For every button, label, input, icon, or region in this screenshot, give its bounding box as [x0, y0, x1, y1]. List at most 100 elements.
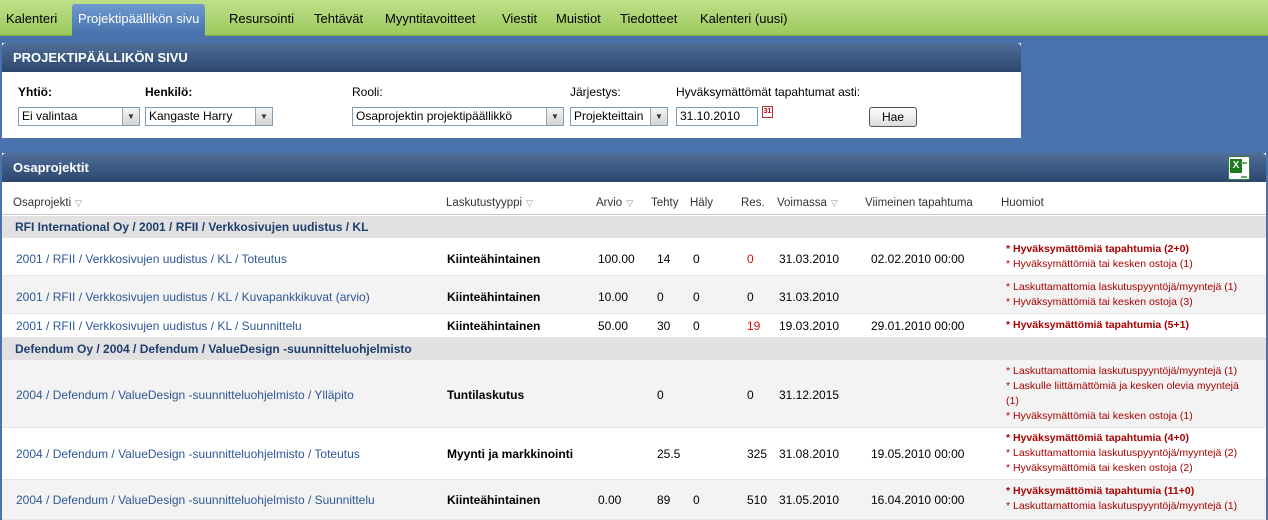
last-event: 16.04.2010 00:00: [871, 493, 965, 507]
note-item[interactable]: * Laskuttamattomia laskutuspyyntöjä/myyn…: [1006, 280, 1256, 295]
unapproved-date-input[interactable]: 31.10.2010: [676, 107, 758, 126]
tab-tehtavat[interactable]: Tehtävät: [308, 4, 369, 36]
column-header-last-event[interactable]: Viimeinen tapahtuma: [865, 197, 973, 209]
subproject-link[interactable]: 2001 / RFII / Verkkosivujen uudistus / K…: [16, 319, 302, 333]
role-select-value: Osaprojektin projektipäällikkö: [356, 109, 513, 123]
tab-tiedotteet[interactable]: Tiedotteet: [614, 4, 683, 36]
done-value: 25.5: [657, 447, 681, 461]
calendar-icon[interactable]: 31: [762, 106, 773, 118]
person-label: Henkilö:: [145, 85, 193, 99]
tab-viestit[interactable]: Viestit: [496, 4, 543, 36]
note-item[interactable]: * Hyväksymättömiä tai kesken ostoja (2): [1006, 461, 1256, 476]
group-row[interactable]: Defendum Oy / 2004 / Defendum / ValueDes…: [2, 338, 1266, 360]
note-item[interactable]: * Hyväksymättömiä tapahtumia (2+0): [1006, 242, 1256, 257]
note-item[interactable]: * Laskulle liittämättömiä ja kesken olev…: [1006, 379, 1251, 409]
note-item[interactable]: * Hyväksymättömiä tai kesken ostoja (1): [1006, 257, 1256, 272]
note-item[interactable]: * Hyväksymättömiä tai kesken ostoja (1): [1006, 409, 1251, 424]
res-value: 0: [747, 252, 754, 266]
billing-type: Kiinteähintainen: [447, 319, 541, 333]
role-label: Rooli:: [352, 85, 383, 99]
note-item[interactable]: * Laskuttamattomia laskutuspyyntöjä/myyn…: [1006, 364, 1251, 379]
done-value: 30: [657, 319, 671, 333]
column-header-subproject[interactable]: Osaprojekti ▽: [13, 197, 82, 209]
note-item[interactable]: * Laskuttamattomia laskutuspyyntöjä/myyn…: [1006, 446, 1256, 461]
group-row[interactable]: RFI International Oy / 2001 / RFII / Ver…: [2, 216, 1266, 238]
person-select-value: Kangaste Harry: [149, 109, 233, 123]
subprojects-panel-title: Osaprojektit: [2, 153, 1266, 182]
note-item[interactable]: * Hyväksymättömiä tapahtumia (4+0): [1006, 431, 1256, 446]
column-header-estimate[interactable]: Arvio ▽: [596, 197, 633, 209]
sort-icon: ▽: [626, 198, 634, 208]
filter-panel-title: PROJEKTIPÄÄLLIKÖN SIVU: [2, 43, 1021, 72]
valid-until: 31.12.2015: [779, 388, 840, 402]
subproject-link[interactable]: 2004 / Defendum / ValueDesign -suunnitte…: [16, 388, 354, 402]
tab-kalenteri[interactable]: Kalenteri: [0, 4, 63, 36]
column-header-notes: Huomiot: [1001, 197, 1044, 209]
valid-until: 31.03.2010: [779, 252, 840, 266]
haly-value: 0: [693, 290, 700, 304]
valid-until: 31.08.2010: [779, 447, 840, 461]
table-row: 2004 / Defendum / ValueDesign -suunnitte…: [2, 360, 1266, 428]
person-select[interactable]: Kangaste Harry ▼: [145, 107, 273, 126]
column-header-done[interactable]: Tehty: [651, 197, 679, 209]
unapproved-label: Hyväksymättömät tapahtumat asti:: [676, 85, 861, 99]
subprojects-panel: Osaprojektit Osaprojekti▽ Laskutustyyppi…: [2, 153, 1266, 520]
billing-type: Kiinteähintainen: [447, 290, 541, 304]
note-item[interactable]: * Hyväksymättömiä tapahtumia (5+1): [1006, 318, 1256, 333]
filter-panel: PROJEKTIPÄÄLLIKÖN SIVU Yhtiö: Ei valinta…: [2, 43, 1021, 138]
sort-icon: ▽: [830, 198, 838, 208]
order-select[interactable]: Projekteittain ▼: [570, 107, 668, 126]
subproject-link[interactable]: 2001 / RFII / Verkkosivujen uudistus / K…: [16, 252, 287, 266]
role-select[interactable]: Osaprojektin projektipäällikkö ▼: [352, 107, 564, 126]
note-item[interactable]: * Laskuttamattomia laskutuspyyntöjä/myyn…: [1006, 499, 1256, 514]
res-value: 0: [747, 290, 754, 304]
order-select-value: Projekteittain: [574, 109, 644, 123]
notes: * Laskuttamattomia laskutuspyyntöjä/myyn…: [1006, 280, 1256, 310]
note-item[interactable]: * Hyväksymättömiä tai kesken ostoja (3): [1006, 295, 1256, 310]
notes: * Hyväksymättömiä tapahtumia (2+0) * Hyv…: [1006, 242, 1256, 272]
column-header-haly[interactable]: Häly: [690, 197, 713, 209]
estimate-value: 50.00: [598, 319, 629, 333]
subproject-link[interactable]: 2004 / Defendum / ValueDesign -suunnitte…: [16, 493, 375, 507]
chevron-down-icon: ▼: [255, 108, 272, 125]
notes: * Hyväksymättömiä tapahtumia (4+0) * Las…: [1006, 431, 1256, 476]
tab-resursointi[interactable]: Resursointi: [223, 4, 300, 36]
res-value: 510: [747, 493, 768, 507]
table-row: 2004 / Defendum / ValueDesign -suunnitte…: [2, 480, 1266, 520]
table-header: Osaprojekti ▽ Laskutustyyppi ▽ Arvio ▽ Teht…: [2, 193, 1266, 215]
valid-until: 31.03.2010: [779, 290, 840, 304]
chevron-down-icon: ▼: [650, 108, 667, 125]
subproject-link[interactable]: 2001 / RFII / Verkkosivujen uudistus / K…: [16, 290, 370, 304]
table-row: 2004 / Defendum / ValueDesign -suunnitte…: [2, 428, 1266, 480]
subproject-link[interactable]: 2004 / Defendum / ValueDesign -suunnitte…: [16, 447, 360, 461]
tab-kalenteri-uusi[interactable]: Kalenteri (uusi): [694, 4, 793, 36]
valid-until: 19.03.2010: [779, 319, 840, 333]
order-label: Järjestys:: [570, 85, 621, 99]
notes: * Laskuttamattomia laskutuspyyntöjä/myyn…: [1006, 364, 1251, 424]
search-button[interactable]: Hae: [869, 107, 917, 127]
note-item[interactable]: * Hyväksymättömiä tapahtumia (11+0): [1006, 484, 1256, 499]
billing-type: Myynti ja markkinointi: [447, 447, 574, 461]
last-event: 02.02.2010 00:00: [871, 252, 965, 266]
excel-export-icon[interactable]: [1228, 156, 1250, 180]
res-value: 325: [747, 447, 768, 461]
done-value: 14: [657, 252, 671, 266]
table-row: 2001 / RFII / Verkkosivujen uudistus / K…: [2, 276, 1266, 314]
column-header-valid[interactable]: Voimassa ▽: [777, 197, 838, 209]
tab-muistiot[interactable]: Muistiot: [550, 4, 607, 36]
chevron-down-icon: ▼: [122, 108, 139, 125]
notes: * Hyväksymättömiä tapahtumia (5+1): [1006, 318, 1256, 333]
column-header-billing-type[interactable]: Laskutustyyppi ▽: [446, 197, 533, 209]
company-select[interactable]: Ei valintaa ▼: [18, 107, 140, 126]
tab-projektipaallikon-sivu[interactable]: Projektipäällikön sivu: [72, 4, 206, 36]
res-value: 19: [747, 319, 761, 333]
company-label: Yhtiö:: [18, 85, 52, 99]
table-row: 2001 / RFII / Verkkosivujen uudistus / K…: [2, 314, 1266, 338]
valid-until: 31.05.2010: [779, 493, 840, 507]
tab-myyntitavoitteet[interactable]: Myyntitavoitteet: [379, 4, 481, 36]
done-value: 0: [657, 388, 664, 402]
column-header-res[interactable]: Res.: [741, 197, 765, 209]
haly-value: 0: [693, 493, 700, 507]
haly-value: 0: [693, 252, 700, 266]
estimate-value: 10.00: [598, 290, 629, 304]
